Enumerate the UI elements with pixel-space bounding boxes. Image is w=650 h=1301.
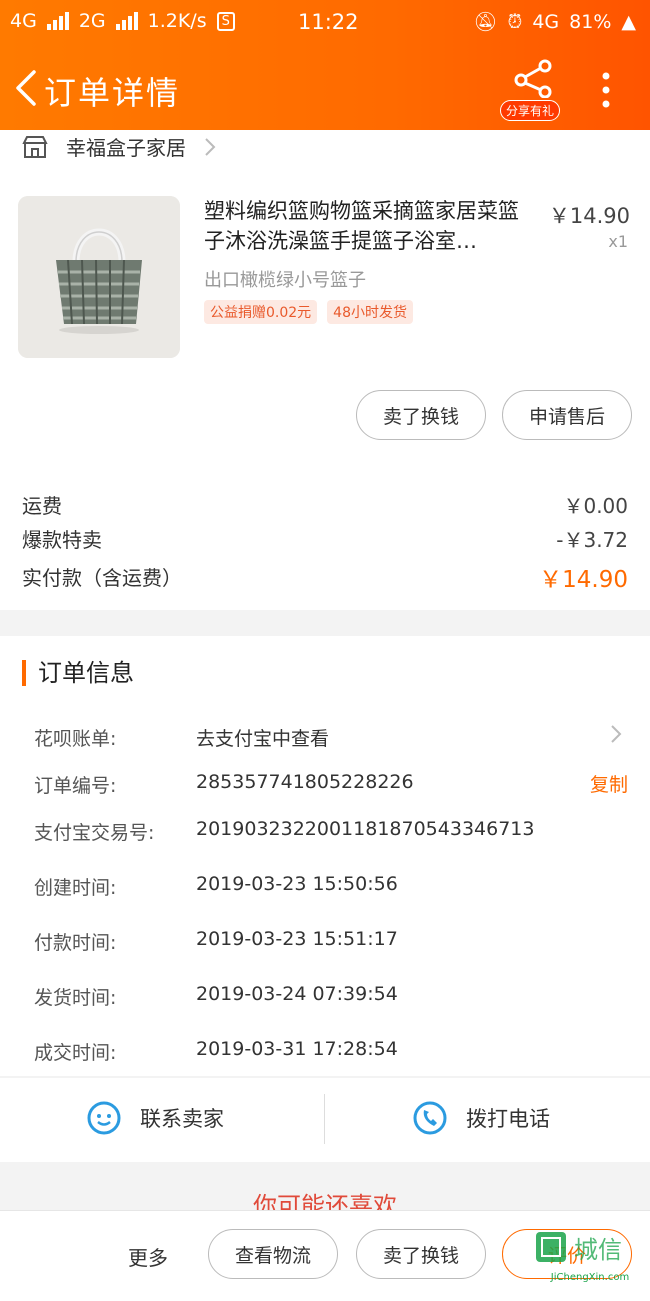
created-time-label: 创建时间: xyxy=(34,877,117,899)
recommend-header: 你可能还喜欢 xyxy=(0,1180,650,1210)
order-info-card: 订单信息 复制 xyxy=(0,636,650,1076)
app-header: 4G 2G 1.2K/s S 11:22 🔕︎ ⏰︎ 4G 81% ▲ 订单详情 xyxy=(0,0,650,130)
order-info-title: 订单信息 xyxy=(22,660,134,686)
charity-tag: 公益捐赠0.02元 xyxy=(204,300,318,324)
closed-time-value: 2019-03-31 17:28:54 xyxy=(196,1038,398,1060)
huabei-label: 花呗账单: xyxy=(34,728,117,750)
share-button[interactable]: 分享有礼 xyxy=(500,58,564,121)
nav-bar: 订单详情 分享有礼 xyxy=(0,52,650,126)
basket-image xyxy=(18,196,180,358)
order-number-value: 285357741805228226 xyxy=(196,771,414,793)
share-icon xyxy=(514,59,552,99)
sell-exchange-bottom-button[interactable]: 卖了换钱 xyxy=(356,1229,486,1279)
after-sales-button[interactable]: 申请售后 xyxy=(502,390,632,440)
alipay-trade-label: 支付宝交易号: xyxy=(34,822,155,844)
contact-seller-label: 联系卖家 xyxy=(140,1107,224,1131)
battery-level: 81% xyxy=(569,10,612,33)
shipping-tag: 48小时发货 xyxy=(327,300,413,324)
paid-label: 实付款（含运费） xyxy=(22,566,182,590)
product-image[interactable] xyxy=(18,196,180,358)
shipped-time-label: 发货时间: xyxy=(34,987,117,1009)
shop-link[interactable]: 幸福盒子家居 xyxy=(22,132,216,161)
sell-exchange-button[interactable]: 卖了换钱 xyxy=(356,390,486,440)
shipped-time-value: 2019-03-24 07:39:54 xyxy=(196,983,398,1005)
signal-icon xyxy=(46,12,69,30)
s-icon: S xyxy=(216,11,235,31)
network-label-3: 4G xyxy=(532,10,560,33)
chat-icon xyxy=(87,1101,121,1135)
alarm-icon: ⏰︎ xyxy=(507,10,523,33)
huabei-value[interactable]: 去支付宝中查看 xyxy=(196,724,329,751)
site-watermark: 城信 JiChengXin.com xyxy=(534,1228,646,1296)
product-price: ￥14.90 xyxy=(548,204,630,228)
watermark-text: JiChengXin.com xyxy=(550,1272,630,1283)
store-icon xyxy=(22,135,48,158)
copy-order-number-button[interactable]: 复制 xyxy=(590,770,628,797)
paid-time-label: 付款时间: xyxy=(34,932,117,954)
call-button[interactable]: 拨打电话 xyxy=(412,1100,550,1136)
clock: 11:22 xyxy=(298,10,359,34)
product-title[interactable]: 塑料编织篮购物篮采摘篮家居菜篮子沐浴洗澡篮手提篮子浴室… xyxy=(204,196,534,256)
share-badge: 分享有礼 xyxy=(500,100,561,121)
divider xyxy=(324,1094,325,1144)
product-quantity: x1 xyxy=(608,232,628,251)
mute-icon: 🔕︎ xyxy=(473,11,498,33)
back-arrow-icon[interactable] xyxy=(10,68,44,108)
network-label-2: 2G xyxy=(78,10,106,32)
shipping-label: 运费 xyxy=(22,494,62,518)
phone-icon xyxy=(413,1101,447,1135)
paid-time-value: 2019-03-23 15:51:17 xyxy=(196,928,398,950)
signal-icon-2 xyxy=(115,12,138,30)
call-label: 拨打电话 xyxy=(466,1107,550,1131)
alipay-trade-value: 2019032322001181870543346713 xyxy=(196,818,535,840)
chevron-right-icon[interactable] xyxy=(610,724,622,744)
product-sku: 出口橄榄绿小号篮子 xyxy=(204,270,366,291)
contact-bar: 联系卖家 拨打电话 xyxy=(0,1078,650,1162)
page-title: 订单详情 xyxy=(44,74,181,112)
more-button[interactable]: 更多 xyxy=(128,1242,168,1271)
chevron-right-icon xyxy=(205,137,216,156)
view-logistics-button[interactable]: 查看物流 xyxy=(208,1229,338,1279)
notification-icon: ▲ xyxy=(621,10,636,33)
order-number-label: 订单编号: xyxy=(34,775,117,797)
closed-time-label: 成交时间: xyxy=(34,1042,117,1064)
watermark-logo: 城信 xyxy=(536,1232,622,1264)
contact-seller-button[interactable]: 联系卖家 xyxy=(86,1100,224,1136)
discount-label: 爆款特卖 xyxy=(22,528,102,552)
created-time-value: 2019-03-23 15:50:56 xyxy=(196,873,398,895)
shipping-value: ￥0.00 xyxy=(563,494,628,518)
shop-name: 幸福盒子家居 xyxy=(66,136,186,160)
recommend-title: 你可能还喜欢 xyxy=(253,1192,397,1210)
svg-text:城信: 城信 xyxy=(574,1236,622,1264)
product-tags: 公益捐赠0.02元 48小时发货 xyxy=(204,300,413,324)
network-label-1: 4G xyxy=(10,10,37,32)
status-bar: 4G 2G 1.2K/s S 11:22 🔕︎ ⏰︎ 4G 81% ▲ xyxy=(0,6,650,40)
more-menu-icon[interactable] xyxy=(596,70,616,110)
paid-value: ￥14.90 xyxy=(539,567,628,593)
discount-value: -￥3.72 xyxy=(556,528,628,552)
net-speed: 1.2K/s xyxy=(147,10,207,32)
